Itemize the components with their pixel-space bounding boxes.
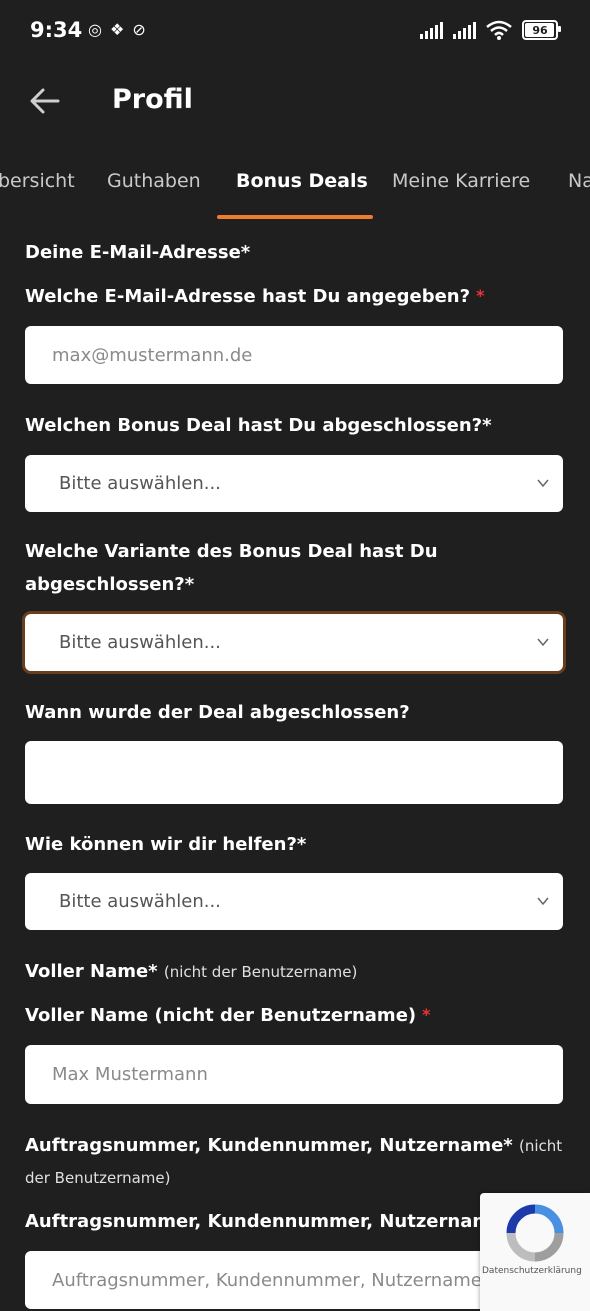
help-label: Wie können wir dir helfen?* bbox=[25, 834, 307, 855]
whatsapp-icon: ◎ bbox=[88, 20, 102, 39]
order-label: Auftragsnummer, Kundennummer, Nutzernam bbox=[25, 1211, 492, 1232]
date-label: Wann wurde der Deal abgeschlossen? bbox=[25, 702, 410, 723]
date-field[interactable] bbox=[25, 741, 563, 804]
chevron-down-icon bbox=[537, 897, 549, 905]
page-title: Profil bbox=[112, 84, 193, 115]
back-arrow-icon[interactable] bbox=[28, 86, 62, 116]
name-section-heading: Voller Name* (nicht der Benutzername) bbox=[25, 961, 357, 982]
check-circle-icon: ⊘ bbox=[132, 20, 146, 39]
system-icons: 96 bbox=[420, 20, 561, 40]
email-section-heading: Deine E-Mail-Adresse* bbox=[25, 242, 251, 263]
status-time: 9:34 bbox=[30, 18, 83, 42]
email-label: Welche E-Mail-Adresse hast Du angegeben?… bbox=[25, 286, 484, 307]
notification-icons: ◎ ❖ ⊘ bbox=[88, 20, 146, 39]
order-section-heading: Auftragsnummer, Kundennummer, Nutzername… bbox=[25, 1135, 562, 1156]
battery-level: 96 bbox=[532, 23, 548, 37]
email-field[interactable]: max@mustermann.de bbox=[25, 326, 563, 384]
order-section-text: Auftragsnummer, Kundennummer, Nutzername… bbox=[25, 1135, 513, 1156]
tab-bar: bersicht Guthaben Bonus Deals Meine Karr… bbox=[0, 160, 590, 222]
help-select[interactable]: Bitte auswählen... bbox=[25, 873, 563, 930]
variant-label-line2: abgeschlossen?* bbox=[25, 574, 195, 595]
deal-select-value: Bitte auswählen... bbox=[59, 473, 221, 494]
chevron-down-icon bbox=[537, 638, 549, 646]
deal-select[interactable]: Bitte auswählen... bbox=[25, 455, 563, 512]
deal-label: Welchen Bonus Deal hast Du abgeschlossen… bbox=[25, 415, 492, 436]
name-section-text: Voller Name* bbox=[25, 961, 158, 982]
order-section-note-line2: der Benutzername) bbox=[25, 1167, 171, 1188]
name-section-note: (nicht der Benutzername) bbox=[163, 963, 358, 981]
battery-icon: 96 bbox=[522, 20, 561, 40]
tab-guthaben[interactable]: Guthaben bbox=[107, 170, 201, 192]
recaptcha-text[interactable]: Datenschutzerklärung bbox=[482, 1266, 582, 1276]
email-placeholder: max@mustermann.de bbox=[52, 344, 253, 366]
full-name-field[interactable]: Max Mustermann bbox=[25, 1045, 563, 1104]
active-tab-indicator bbox=[217, 215, 373, 219]
app-header: Profil bbox=[0, 70, 590, 132]
variant-label-line1: Welche Variante des Bonus Deal hast Du bbox=[25, 541, 438, 562]
name-label: Voller Name (nicht der Benutzername) * bbox=[25, 1005, 431, 1026]
tab-bonus-deals[interactable]: Bonus Deals bbox=[236, 170, 368, 192]
signal-icon-2 bbox=[453, 21, 476, 39]
help-select-value: Bitte auswählen... bbox=[59, 891, 221, 912]
app-notification-icon: ❖ bbox=[109, 20, 125, 39]
variant-select[interactable]: Bitte auswählen... bbox=[25, 614, 563, 671]
required-marker: * bbox=[422, 1005, 431, 1024]
tab-uebersicht[interactable]: bersicht bbox=[0, 170, 75, 192]
full-name-placeholder: Max Mustermann bbox=[52, 1064, 208, 1085]
email-label-text: Welche E-Mail-Adresse hast Du angegeben? bbox=[25, 286, 471, 307]
signal-icon bbox=[420, 21, 443, 39]
recaptcha-badge[interactable]: Datenschutzerklärung bbox=[480, 1193, 590, 1311]
tab-meine-karriere[interactable]: Meine Karriere bbox=[392, 170, 530, 192]
order-section-note-1: (nicht bbox=[519, 1137, 563, 1155]
order-number-placeholder: Auftragsnummer, Kundennummer, Nutzername bbox=[52, 1269, 482, 1291]
variant-select-value: Bitte auswählen... bbox=[59, 632, 221, 653]
required-marker: * bbox=[476, 286, 485, 305]
tab-next[interactable]: Na bbox=[568, 170, 590, 192]
wifi-icon bbox=[486, 20, 512, 40]
chevron-down-icon bbox=[537, 479, 549, 487]
recaptcha-icon bbox=[506, 1204, 564, 1262]
status-bar: 9:34 ◎ ❖ ⊘ 96 bbox=[0, 0, 590, 62]
name-label-text: Voller Name (nicht der Benutzername) bbox=[25, 1005, 417, 1026]
order-section-note-2: der Benutzername) bbox=[25, 1169, 171, 1187]
